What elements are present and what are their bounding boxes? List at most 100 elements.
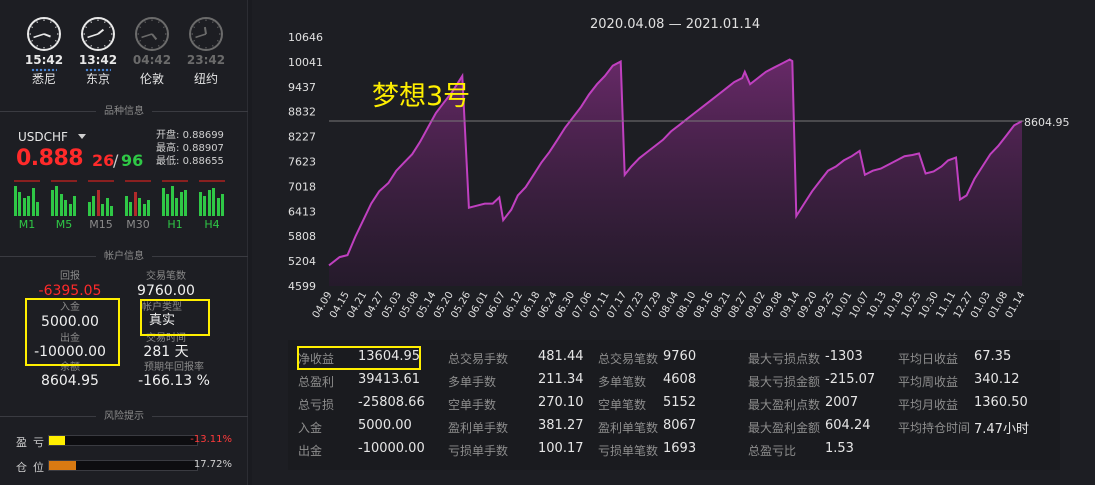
y-tick-label: 4599 [288,280,316,293]
signal-bar [162,188,165,216]
stat-value: 270.10 [538,395,584,410]
timeframe-m30[interactable]: M30 [125,180,151,231]
annual-return-value: -166.13 % [138,373,210,389]
signal-top-marker [51,180,77,182]
right-panel: 2020.04.08 — 2021.01.14 4599 5204 5808 6413… [252,0,1095,485]
signal-bars-icon [88,180,114,216]
stat-value: 4608 [663,372,697,387]
risk-pl-bar [48,435,198,446]
section-title: 帐户信息 [96,250,152,263]
stat-label: 平均月收益 [898,398,959,412]
stat-label: 平均日收益 [898,352,959,366]
clock-city: 悉尼 [31,72,56,86]
low-label: 最低: [156,156,180,167]
risk-pl-row: 盈亏 -13.11% [16,434,236,449]
signal-bar [31,188,35,216]
clock-tokyo: 13:42 东京 [76,16,120,86]
symbol-select[interactable]: USDCHF [18,130,68,144]
timeframe-label: M30 [126,218,150,231]
stat-label: 最大盈利金额 [748,421,821,435]
price-pip: 26 [92,151,115,170]
section-header-risk: 风险提示 [0,410,248,424]
timeframe-m1[interactable]: M1 [14,180,40,231]
price-main: 0.888 [16,146,84,171]
y-tick-label: 8227 [288,131,316,144]
timeframe-label: M5 [55,218,73,231]
signal-bar [55,186,59,216]
signal-bar [138,198,142,216]
signal-bar [175,198,179,216]
stat-label: 总交易笔数 [598,352,659,366]
equity-chart: 4599 5204 5808 6413 7018 7623 8227 8832 9437 1004… [288,31,1028,320]
signal-bar [59,194,63,216]
stat-label: 入金 [298,421,323,435]
y-tick-label: 10646 [288,31,323,44]
signal-bar [203,196,207,216]
stat-value: 1360.50 [974,395,1028,410]
stat-value: 100.17 [538,441,584,456]
stat-value: 481.44 [538,349,584,364]
stat-label: 亏损单笔数 [598,444,659,458]
y-tick-label: 8832 [288,106,316,119]
signal-bar [125,196,128,216]
clock-newyork: 23:42 纽约 [184,16,228,86]
low-value: 0.88655 [182,156,224,167]
risk-position-row: 仓位 17.72% [16,459,236,474]
chart-title: 梦想3号 [372,81,471,112]
stat-value: 340.12 [974,372,1020,387]
highlight-box-net-profit [297,346,421,370]
duration-value: 281 天 [143,344,189,360]
chevron-down-icon[interactable] [78,134,86,139]
y-tick-label: 5204 [288,255,316,268]
risk-position-label: 仓位 [16,461,50,474]
timeframe-indicators: M1 M5 M15 M30 H1 H4 [14,180,236,231]
risk-pl-label: 盈亏 [16,436,50,449]
y-tick-label: 10041 [288,56,323,69]
price-pip2: 96 [121,151,144,170]
price-slash: / [113,151,119,170]
signal-bar [22,198,26,216]
timeframe-label: H1 [167,218,183,231]
stat-value: -10000.00 [358,441,425,456]
clock-time: 15:42 [24,53,64,67]
signal-top-marker [88,180,114,182]
clock-face-icon [81,17,115,51]
signal-bars-icon [162,180,188,216]
signal-bar [14,186,17,216]
ohl-block: 开盘: 0.88699 最高: 0.88907 最低: 0.88655 [156,129,224,168]
y-tick-label: 9437 [288,81,316,94]
timeframe-m5[interactable]: M5 [51,180,77,231]
y-tick-label: 6413 [288,205,316,218]
stat-label: 总盈利 [298,375,335,389]
stat-label: 最大亏损金额 [748,375,821,389]
signal-bar [105,198,109,216]
return-value: -6395.05 [38,283,102,299]
timeframe-h1[interactable]: H1 [162,180,188,231]
timeframe-m15[interactable]: M15 [88,180,114,231]
signal-bar [36,202,39,216]
open-label: 开盘: [156,130,180,141]
stat-label: 盈利单笔数 [598,421,659,435]
clock-time: 23:42 [186,53,226,67]
high-label: 最高: [156,143,180,154]
section-header-account: 帐户信息 [0,250,248,264]
signal-bar [147,200,150,216]
clock-london: 04:42 伦敦 [130,16,174,86]
timeframe-h4[interactable]: H4 [199,180,225,231]
signal-bar [133,192,137,216]
y-tick-label: 7018 [288,180,316,193]
open-value: 0.88699 [182,130,224,141]
signal-bar [96,190,100,216]
left-panel: 15:42 悉尼 13:42 东京 04:42 伦敦 23:42 纽约 品种信息… [0,0,248,485]
trades-label: 交易笔数 [146,271,186,282]
signal-bars-icon [51,180,77,216]
signal-bar [92,196,96,216]
signal-bars-icon [125,180,151,216]
signal-top-marker [125,180,151,182]
y-tick-label: 7623 [288,155,316,168]
signal-top-marker [14,180,40,182]
risk-pl-fill [49,436,66,445]
stat-label: 盈利单手数 [448,421,509,435]
stat-value: -215.07 [825,372,876,387]
stat-label: 多单笔数 [598,375,647,389]
